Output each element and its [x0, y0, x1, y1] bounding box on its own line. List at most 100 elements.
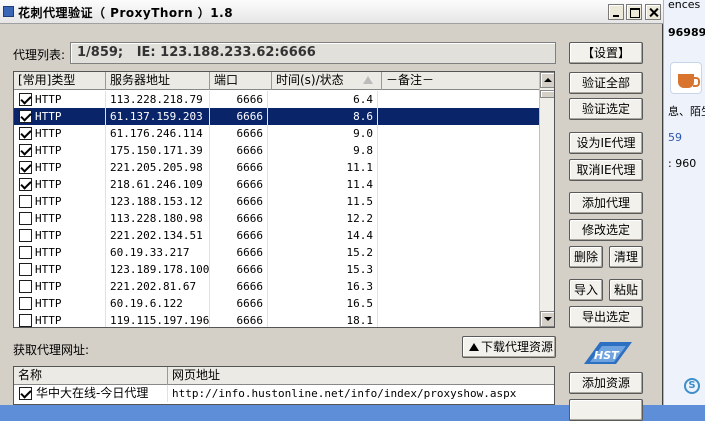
row-checkbox[interactable]	[19, 246, 32, 259]
row-checkbox[interactable]	[19, 144, 32, 157]
cell-port: 6666	[210, 312, 268, 327]
table-row[interactable]: HTTP 113.228.218.79 6666 6.4	[14, 91, 539, 108]
row-checkbox[interactable]	[19, 280, 32, 293]
maximize-button[interactable]	[626, 4, 642, 20]
cancel-ie-proxy-button[interactable]: 取消IE代理	[569, 159, 643, 181]
cell-address: 113.228.218.79	[110, 91, 210, 108]
source-row[interactable]: 华中大在线-今日代理 http://info.hustonline.net/in…	[14, 385, 554, 402]
row-checkbox[interactable]	[19, 127, 32, 140]
cell-address: 218.61.246.109	[110, 176, 210, 193]
cell-type: HTTP	[35, 312, 106, 327]
proxy-list-label: 代理列表:	[13, 48, 66, 62]
clean-button[interactable]: 清理	[609, 246, 643, 268]
table-row[interactable]: HTTP 119.115.197.196 6666 18.1	[14, 312, 539, 327]
table-row[interactable]: HTTP 218.61.246.109 6666 11.4	[14, 176, 539, 193]
proxythorn-window: 花刺代理验证（ ProxyThorn ）1.8 代理列表: 1/859; IE:…	[0, 0, 663, 421]
row-checkbox[interactable]	[19, 297, 32, 310]
cell-time: 16.5	[272, 295, 378, 312]
table-row[interactable]: HTTP 221.202.134.51 6666 14.4	[14, 227, 539, 244]
column-header-url[interactable]: 网页地址	[168, 367, 554, 385]
row-checkbox[interactable]	[19, 110, 32, 123]
table-row[interactable]: HTTP 61.176.246.114 6666 9.0	[14, 125, 539, 142]
cell-time: 12.2	[272, 210, 378, 227]
import-button[interactable]: 导入	[569, 279, 603, 301]
cell-time: 6.4	[272, 91, 378, 108]
row-checkbox[interactable]	[19, 93, 32, 106]
set-ie-proxy-button[interactable]: 设为IE代理	[569, 132, 643, 154]
cell-port: 6666	[210, 244, 268, 261]
source-table[interactable]: 名称 网页地址 华中大在线-今日代理 http://info.hustonlin…	[13, 366, 555, 405]
table-row[interactable]: HTTP 221.202.81.67 6666 16.3	[14, 278, 539, 295]
column-header-name[interactable]: 名称	[14, 367, 168, 385]
cell-address: 221.205.205.98	[110, 159, 210, 176]
column-header-note[interactable]: －备注－	[382, 72, 539, 90]
table-row[interactable]: HTTP 113.228.180.98 6666 12.2	[14, 210, 539, 227]
background-window: ences 969890 息、陌生 59 : 960 S	[663, 0, 705, 405]
bg-text: : 960	[668, 157, 697, 170]
cell-address: 123.189.178.100	[110, 261, 210, 278]
row-checkbox[interactable]	[19, 314, 32, 327]
cell-port: 6666	[210, 227, 268, 244]
scroll-up-button[interactable]	[540, 72, 554, 88]
title-bar[interactable]: 花刺代理验证（ ProxyThorn ）1.8	[0, 0, 663, 24]
row-checkbox[interactable]	[19, 263, 32, 276]
column-header-time[interactable]: 时间(s)/状态	[272, 72, 382, 90]
table-row[interactable]: HTTP 123.189.178.100 6666 15.3	[14, 261, 539, 278]
table-row[interactable]: HTTP 175.150.171.39 6666 9.8	[14, 142, 539, 159]
cell-port: 6666	[210, 261, 268, 278]
settings-button[interactable]: 【设置】	[569, 42, 643, 64]
verify-selected-button[interactable]: 验证选定	[569, 98, 643, 120]
cell-port: 6666	[210, 108, 268, 125]
vertical-scrollbar[interactable]	[539, 72, 554, 327]
scroll-thumb[interactable]	[540, 90, 554, 98]
delete-button[interactable]: 删除	[569, 246, 603, 268]
verify-all-button[interactable]: 验证全部	[569, 72, 643, 94]
column-header-type[interactable]: [常用]类型	[14, 72, 106, 90]
cell-port: 6666	[210, 210, 268, 227]
table-row[interactable]: HTTP 221.205.205.98 6666 11.1	[14, 159, 539, 176]
source-checkbox[interactable]	[19, 387, 32, 400]
add-proxy-button[interactable]: 添加代理	[569, 192, 643, 214]
proxy-table[interactable]: [常用]类型 服务器地址 端口 时间(s)/状态 －备注－ HTTP 113.22…	[13, 71, 555, 328]
close-button[interactable]	[645, 4, 661, 20]
cell-type: HTTP	[35, 210, 106, 227]
table-row[interactable]: HTTP 60.19.6.122 6666 16.5	[14, 295, 539, 312]
cell-time: 9.8	[272, 142, 378, 159]
scroll-down-button[interactable]	[540, 311, 554, 327]
window-title: 花刺代理验证（ ProxyThorn ）1.8	[18, 6, 234, 20]
cell-type: HTTP	[35, 227, 106, 244]
row-checkbox[interactable]	[19, 161, 32, 174]
minimize-button[interactable]	[608, 4, 624, 20]
table-row[interactable]: HTTP 123.188.153.12 6666 11.5	[14, 193, 539, 210]
source-table-header: 名称 网页地址	[14, 367, 554, 385]
cell-address: 61.176.246.114	[110, 125, 210, 142]
cell-port: 6666	[210, 176, 268, 193]
bg-text: 969890	[668, 26, 705, 39]
cell-port: 6666	[210, 278, 268, 295]
paste-button[interactable]: 粘贴	[609, 279, 643, 301]
row-checkbox[interactable]	[19, 178, 32, 191]
table-row[interactable]: HTTP 60.19.33.217 6666 15.2	[14, 244, 539, 261]
app-icon	[3, 6, 14, 17]
column-header-port[interactable]: 端口	[210, 72, 272, 90]
svg-text:HST: HST	[594, 349, 620, 362]
cell-type: HTTP	[35, 176, 106, 193]
source-name: 华中大在线-今日代理	[36, 385, 168, 402]
table-row[interactable]: HTTP 61.137.159.203 6666 8.6	[14, 108, 539, 125]
cell-type: HTTP	[35, 244, 106, 261]
cell-time: 14.4	[272, 227, 378, 244]
cell-address: 221.202.134.51	[110, 227, 210, 244]
edit-selected-button[interactable]: 修改选定	[569, 219, 643, 241]
more-button[interactable]	[569, 399, 643, 421]
row-checkbox[interactable]	[19, 195, 32, 208]
download-proxy-resources-button[interactable]: 下载代理资源	[462, 336, 556, 358]
export-selected-button[interactable]: 导出选定	[569, 306, 643, 328]
proxythorn-logo-icon: HST	[584, 342, 632, 364]
add-resource-button[interactable]: 添加资源	[569, 372, 643, 394]
row-checkbox[interactable]	[19, 212, 32, 225]
cell-port: 6666	[210, 142, 268, 159]
cell-address: 113.228.180.98	[110, 210, 210, 227]
column-header-address[interactable]: 服务器地址	[106, 72, 210, 90]
row-checkbox[interactable]	[19, 229, 32, 242]
bg-text: 59	[668, 131, 682, 144]
